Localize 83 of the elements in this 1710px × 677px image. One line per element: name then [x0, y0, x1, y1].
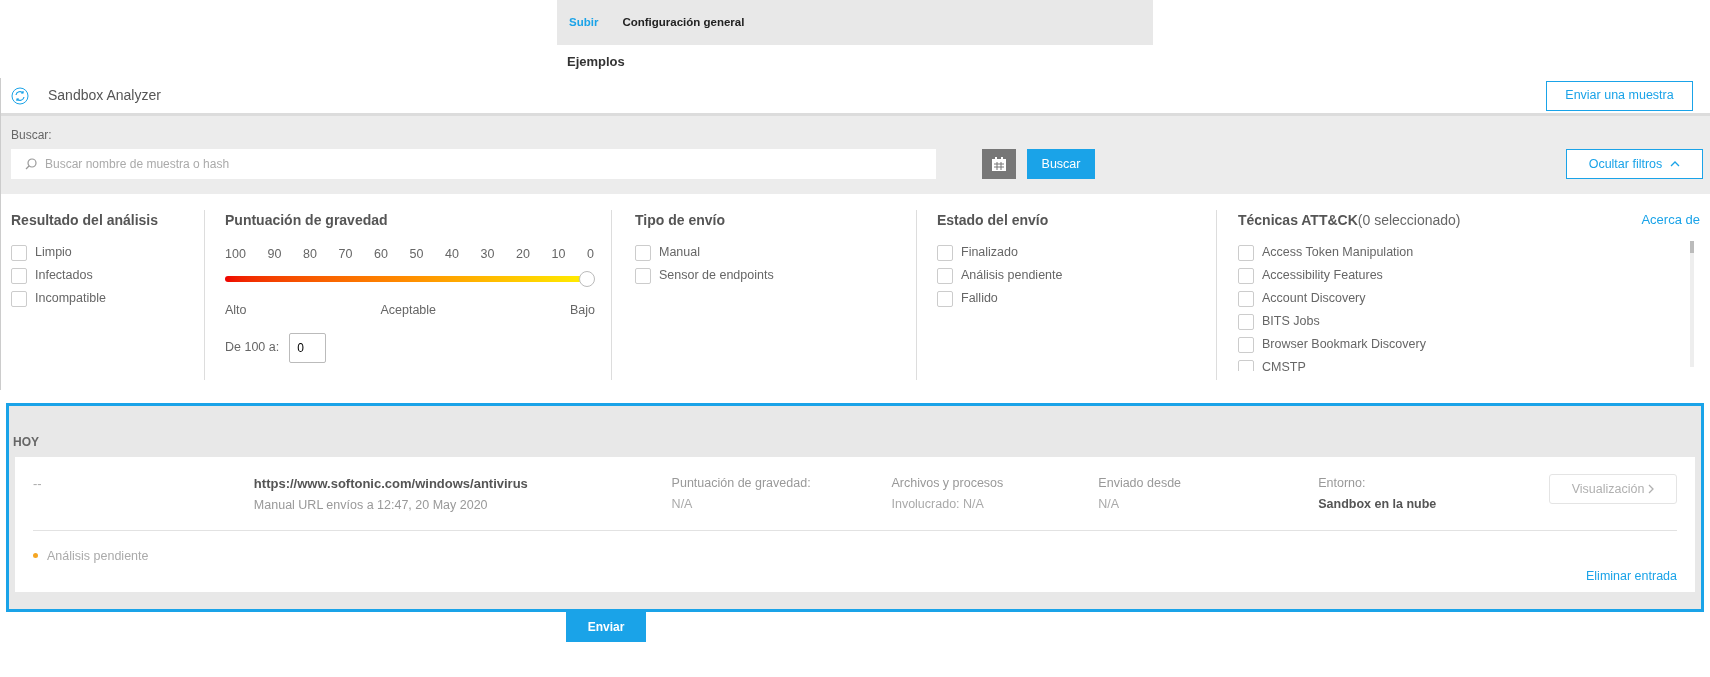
field-value: N/A — [671, 495, 693, 513]
filter-title: Resultado del análisis — [11, 211, 160, 230]
about-link[interactable]: Acerca de — [1641, 210, 1700, 231]
scale-tick: 70 — [338, 246, 353, 263]
scale-tick: 0 — [586, 246, 594, 263]
search-icon — [25, 158, 37, 170]
entry-id: -- — [33, 475, 43, 493]
sample-subtitle: Manual URL envíos a 12:47, 20 May 2020 — [253, 496, 488, 514]
range-label: De 100 a: — [225, 339, 280, 357]
selection-count: (0 seleccionado) — [1357, 211, 1461, 230]
checkbox-label: Infectados — [35, 267, 93, 285]
section-title: Ejemplos — [567, 52, 625, 71]
checkbox-label: Browser Bookmark Discovery — [1262, 336, 1426, 354]
checkbox[interactable] — [11, 244, 27, 261]
checkbox-label: Account Discovery — [1262, 290, 1366, 308]
hide-filters-button[interactable]: Ocultar filtros — [1566, 149, 1703, 179]
slider-thumb[interactable] — [579, 270, 595, 287]
checkbox[interactable] — [937, 267, 953, 284]
checkbox[interactable] — [1238, 336, 1254, 353]
filter-title: Puntuación de gravedad — [225, 211, 389, 230]
scale-tick: 40 — [444, 246, 459, 263]
scale-tick: 80 — [302, 246, 317, 263]
scale-label: Alto — [225, 301, 247, 319]
checkbox[interactable] — [937, 290, 953, 307]
checkbox-label: CMSTP — [1262, 359, 1306, 371]
search-label: Buscar: — [11, 127, 52, 144]
scale-tick: 60 — [373, 246, 388, 263]
checkbox-label: Accessibility Features — [1262, 267, 1383, 285]
search-button[interactable]: Buscar — [1027, 149, 1095, 179]
checkbox[interactable] — [1238, 267, 1254, 284]
field-value: N/A — [1098, 495, 1120, 513]
checkbox[interactable] — [11, 267, 27, 284]
refresh-icon[interactable] — [11, 86, 29, 105]
chevron-right-icon — [1648, 484, 1655, 494]
checkbox-label: BITS Jobs — [1262, 313, 1320, 331]
scale-tick: 50 — [409, 246, 424, 263]
checkbox[interactable] — [1238, 290, 1254, 307]
checkbox[interactable] — [635, 244, 651, 261]
checkbox-label: Access Token Manipulation — [1262, 244, 1414, 262]
filter-title: Tipo de envío — [635, 211, 726, 230]
submit-button[interactable]: Enviar — [566, 612, 646, 642]
checkbox[interactable] — [635, 267, 651, 284]
scale-tick: 10 — [551, 246, 566, 263]
scale-tick: 90 — [267, 246, 282, 263]
checkbox-label: Finalizado — [961, 244, 1018, 262]
field-value: Sandbox en la nube — [1318, 495, 1437, 513]
checkbox-label: Manual — [659, 244, 700, 262]
field-label: Archivos y procesos — [891, 475, 1004, 492]
status-text: Análisis pendiente — [47, 548, 149, 565]
filter-title: Técnicas ATT&CK — [1238, 211, 1358, 230]
checkbox[interactable] — [1238, 244, 1254, 261]
scale-label: Bajo — [569, 301, 595, 319]
checkbox-label: Incompatible — [35, 290, 106, 308]
calendar-icon — [991, 156, 1007, 172]
app-title: Sandbox Analyzer — [48, 86, 161, 105]
checkbox[interactable] — [1238, 313, 1254, 330]
chevron-up-icon — [1670, 161, 1681, 167]
checkbox[interactable] — [937, 244, 953, 261]
checkbox-label: Análisis pendiente — [961, 267, 1063, 285]
send-sample-button[interactable]: Enviar una muestra — [1546, 80, 1693, 111]
group-header: HOY — [13, 434, 39, 451]
calendar-button[interactable] — [982, 149, 1016, 179]
scale-label: Aceptable — [380, 301, 437, 319]
filter-title: Estado del envío — [937, 211, 1050, 230]
field-value: Involucrado: N/A — [891, 495, 984, 513]
scale-tick: 100 — [225, 246, 246, 263]
severity-slider[interactable] — [225, 270, 595, 287]
search-field[interactable]: Buscar nombre de muestra o hash — [11, 149, 936, 179]
field-label: Entorno: — [1318, 475, 1366, 492]
checkbox[interactable] — [11, 290, 27, 307]
delete-entry-link[interactable]: Eliminar entrada — [1586, 567, 1677, 586]
tab[interactable]: Subir — [569, 13, 599, 32]
sample-url: https://www.softonic.com/windows/antivirus — [253, 475, 529, 493]
checkbox-label: Sensor de endpoints — [659, 267, 774, 285]
tab[interactable]: Configuración general — [622, 13, 745, 32]
scale-tick: 20 — [515, 246, 530, 263]
checkbox[interactable] — [1238, 359, 1254, 371]
checkbox-label: Limpio — [35, 244, 72, 262]
checkbox-label: Fallido — [961, 290, 998, 308]
field-label: Puntuación de gravedad: — [671, 475, 811, 492]
range-input[interactable]: 0 — [289, 332, 327, 363]
scale-tick: 30 — [480, 246, 495, 263]
field-label: Enviado desde — [1098, 475, 1182, 492]
